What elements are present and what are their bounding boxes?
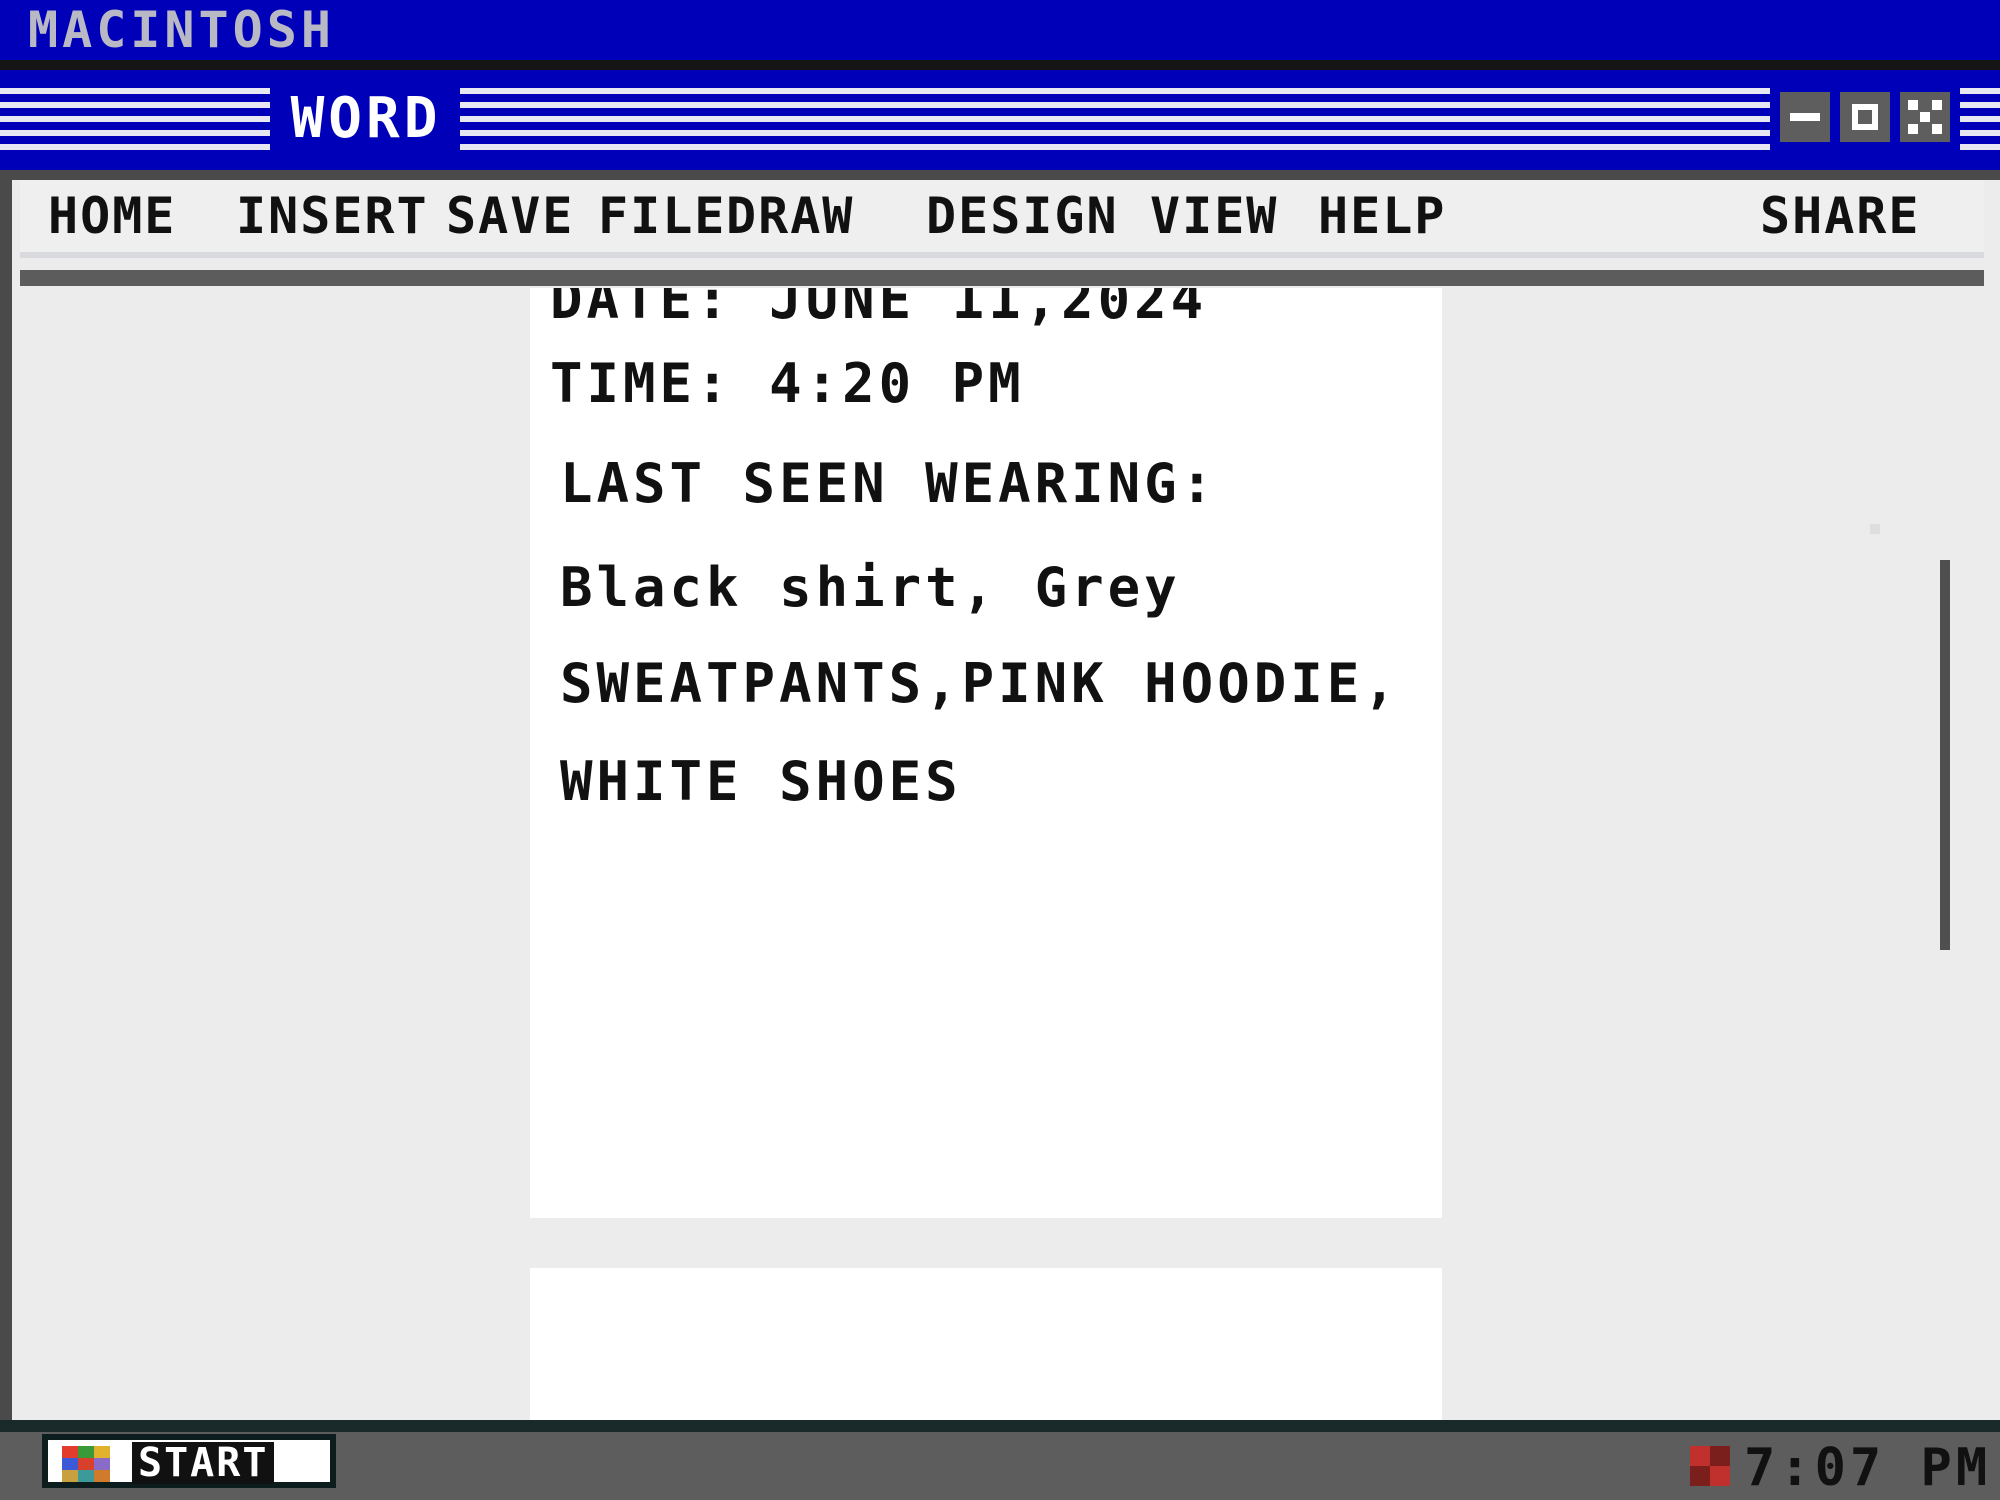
menu-draw[interactable]: DRAW (726, 188, 854, 244)
window-title: WORD (290, 86, 442, 151)
menu-design[interactable]: DESIGN (926, 188, 1119, 244)
close-button[interactable] (1900, 92, 1950, 142)
tray-icon[interactable] (1690, 1446, 1730, 1486)
menu-help[interactable]: HELP (1318, 188, 1446, 244)
description-line[interactable]: WHITE SHOES (560, 752, 962, 812)
os-menu-bar: MACINTOSH (0, 0, 2000, 60)
description-line[interactable]: Black shirt, Grey (560, 558, 1181, 618)
taskbar-border (0, 1420, 2000, 1432)
menu-home[interactable]: HOME (48, 188, 176, 244)
document-area[interactable]: DATE: JUNE 11,2024 TIME: 4:20 PM LAST SE… (12, 288, 2000, 1420)
menu-view[interactable]: VIEW (1150, 188, 1278, 244)
start-logo-icon (62, 1446, 126, 1482)
word-app-window: HOME INSERT SAVE FILE DRAW DESIGN VIEW H… (12, 180, 2000, 1420)
scrollbar-thumb[interactable] (1940, 560, 1950, 950)
menu-bar: HOME INSERT SAVE FILE DRAW DESIGN VIEW H… (20, 180, 1984, 252)
taskbar-clock: 7:07 PM (1744, 1438, 1992, 1498)
share-button[interactable]: SHARE (1760, 188, 1921, 244)
os-bar-border (0, 60, 2000, 70)
date-line[interactable]: DATE: JUNE 11,2024 (550, 288, 1207, 330)
menu-insert[interactable]: INSERT (236, 188, 429, 244)
minimize-button[interactable] (1780, 92, 1830, 142)
document-page-next[interactable] (530, 1268, 1442, 1420)
titlebar-stripes-left (0, 88, 270, 152)
titlebar-stripes-right (460, 88, 1770, 152)
close-icon (1908, 100, 1942, 134)
maximize-icon (1852, 104, 1878, 130)
menu-divider (20, 252, 1984, 258)
ruler-bar (20, 270, 1984, 286)
time-line[interactable]: TIME: 4:20 PM (550, 354, 1025, 414)
menu-save[interactable]: SAVE (446, 188, 574, 244)
menu-file[interactable]: FILE (598, 188, 726, 244)
start-label: START (132, 1442, 275, 1484)
window-titlebar[interactable]: WORD (0, 70, 2000, 170)
minimize-icon (1790, 113, 1820, 121)
last-seen-label[interactable]: LAST SEEN WEARING: (560, 454, 1217, 514)
titlebar-stripes-edge (1960, 88, 2000, 152)
scroll-indicator (1870, 524, 1880, 534)
start-button[interactable]: START (42, 1434, 336, 1488)
description-line[interactable]: SWEATPANTS,PINK HOODIE, (560, 654, 1400, 714)
maximize-button[interactable] (1840, 92, 1890, 142)
document-page[interactable]: DATE: JUNE 11,2024 TIME: 4:20 PM LAST SE… (530, 288, 1442, 1218)
os-title: MACINTOSH (28, 1, 335, 59)
